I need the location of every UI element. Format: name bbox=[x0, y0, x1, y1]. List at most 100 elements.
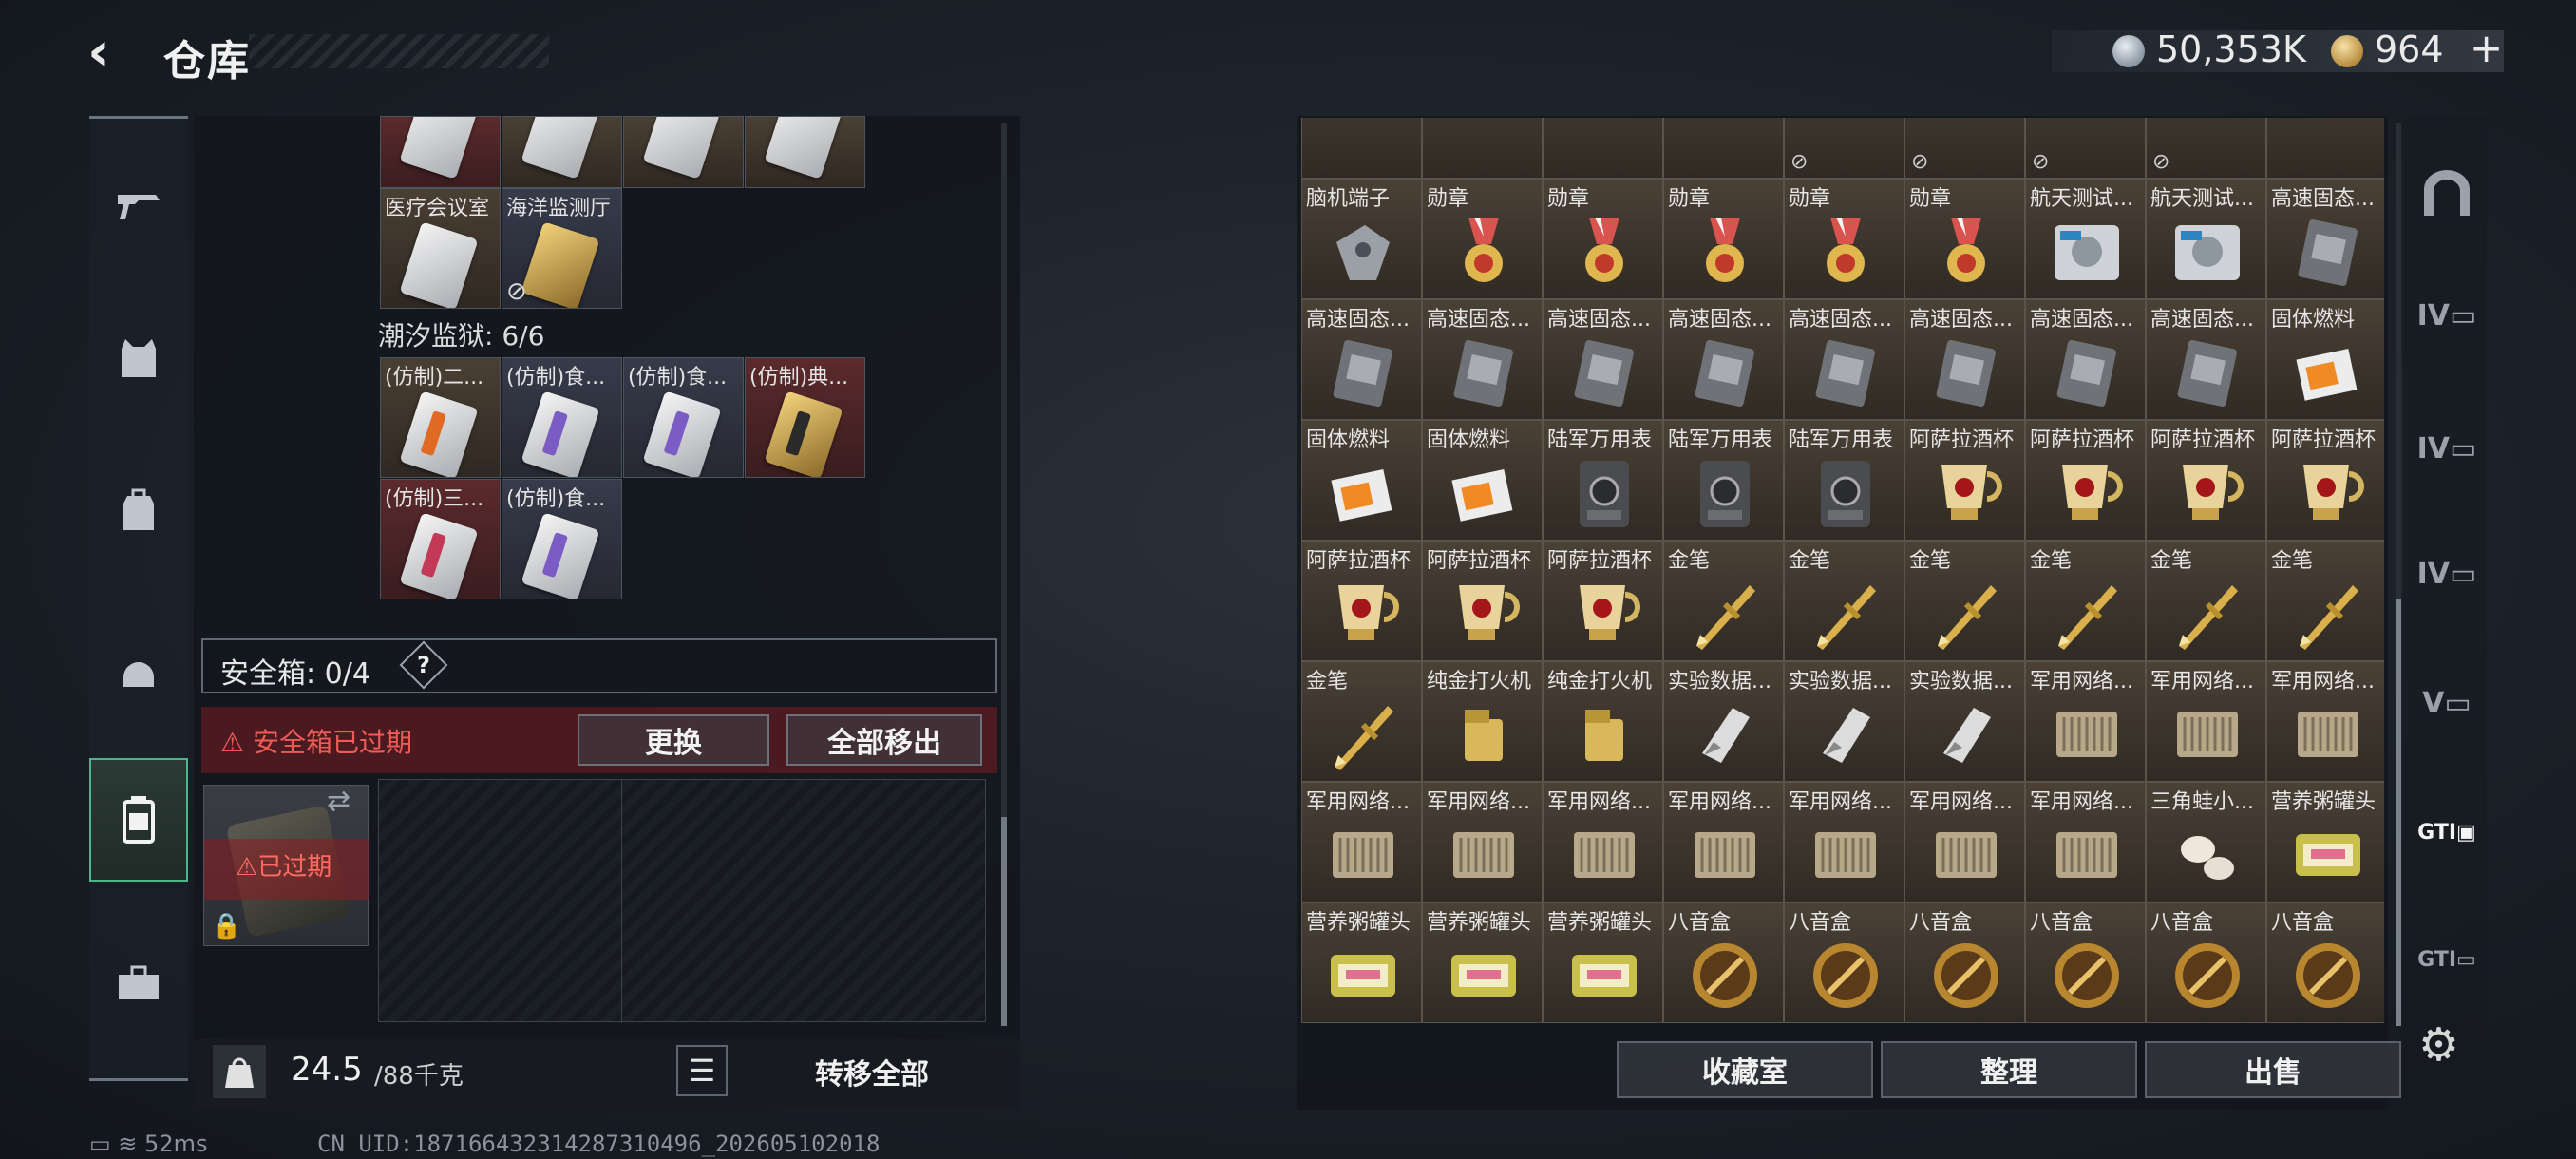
tab-room-icon[interactable] bbox=[2413, 160, 2481, 228]
swap-icon[interactable]: ⇄ bbox=[327, 785, 350, 818]
inventory-item[interactable]: 阿萨拉酒杯 bbox=[1543, 541, 1663, 661]
inventory-item[interactable]: 实验数据... bbox=[1784, 661, 1904, 782]
inventory-item[interactable]: 实验数据... bbox=[1663, 661, 1784, 782]
safebox-slot[interactable] bbox=[622, 780, 865, 1023]
inventory-item[interactable]: 固体燃料 bbox=[2266, 299, 2384, 420]
scrollbar-thumb[interactable] bbox=[2396, 598, 2401, 1026]
inventory-item[interactable]: 高速固态... bbox=[1784, 299, 1904, 420]
inventory-item[interactable]: 军用网络... bbox=[2025, 661, 2146, 782]
inventory-item[interactable]: ⊘ bbox=[2146, 118, 2266, 179]
inventory-item[interactable]: 陆军万用表 bbox=[1784, 420, 1904, 541]
tab-gti-2[interactable]: GTI ▭ bbox=[2413, 925, 2481, 994]
inventory-item[interactable]: 阿萨拉酒杯 bbox=[2146, 420, 2266, 541]
inventory-item[interactable]: 金笔 bbox=[1784, 541, 1904, 661]
item-card[interactable]: 医疗会议室 bbox=[380, 188, 501, 309]
nav-helmet-icon[interactable] bbox=[89, 610, 188, 733]
inventory-item[interactable]: 金笔 bbox=[1904, 541, 2025, 661]
inventory-item[interactable]: 阿萨拉酒杯 bbox=[2025, 420, 2146, 541]
inventory-item[interactable]: ⊘ bbox=[2025, 118, 2146, 179]
sort-button[interactable]: 整理 bbox=[1881, 1041, 2137, 1098]
inventory-item[interactable]: 勋章 bbox=[1663, 179, 1784, 299]
inventory-item[interactable]: 军用网络... bbox=[1543, 782, 1663, 902]
item-card[interactable] bbox=[502, 116, 622, 188]
inventory-item[interactable]: 固体燃料 bbox=[1422, 420, 1543, 541]
nav-backpack-icon[interactable] bbox=[89, 448, 188, 572]
inventory-item[interactable]: 营养粥罐头 bbox=[1543, 902, 1663, 1023]
inventory-item[interactable]: 八音盒 bbox=[1663, 902, 1784, 1023]
item-card[interactable]: (仿制)典... bbox=[745, 357, 865, 478]
inventory-item[interactable]: 军用网络... bbox=[1663, 782, 1784, 902]
inventory-item[interactable] bbox=[1543, 118, 1663, 179]
item-card[interactable]: (仿制)食... bbox=[502, 479, 622, 599]
nav-case-icon[interactable] bbox=[89, 922, 188, 1045]
nav-weapon-icon[interactable] bbox=[89, 144, 188, 268]
inventory-item[interactable]: 三角蛙小... bbox=[2146, 782, 2266, 902]
item-card[interactable]: (仿制)三... bbox=[380, 479, 501, 599]
inventory-item[interactable]: 纯金打火机 bbox=[1543, 661, 1663, 782]
inventory-item[interactable]: 八音盒 bbox=[2025, 902, 2146, 1023]
inventory-item[interactable]: 八音盒 bbox=[1904, 902, 2025, 1023]
add-currency-button[interactable]: + bbox=[2470, 25, 2503, 71]
inventory-item[interactable]: 军用网络... bbox=[1784, 782, 1904, 902]
inventory-item[interactable]: 勋章 bbox=[1904, 179, 2025, 299]
inventory-item[interactable]: 纯金打火机 bbox=[1422, 661, 1543, 782]
list-view-icon[interactable]: ☰ bbox=[676, 1045, 728, 1096]
inventory-item[interactable]: 航天测试... bbox=[2025, 179, 2146, 299]
inventory-item[interactable] bbox=[1301, 118, 1422, 179]
inventory-item[interactable]: 八音盒 bbox=[2266, 902, 2384, 1023]
inventory-item[interactable]: 营养粥罐头 bbox=[1422, 902, 1543, 1023]
inventory-item[interactable]: 军用网络... bbox=[1422, 782, 1543, 902]
inventory-item[interactable]: 高速固态... bbox=[2025, 299, 2146, 420]
inventory-item[interactable]: 固体燃料 bbox=[1301, 420, 1422, 541]
inventory-item[interactable]: 军用网络... bbox=[2146, 661, 2266, 782]
inventory-item[interactable]: 金笔 bbox=[1301, 661, 1422, 782]
inventory-item[interactable]: 勋章 bbox=[1543, 179, 1663, 299]
item-card[interactable] bbox=[623, 116, 744, 188]
inventory-item[interactable]: 金笔 bbox=[2025, 541, 2146, 661]
item-card[interactable]: (仿制)食... bbox=[623, 357, 744, 478]
tab-gti-1[interactable]: GTI ▣ bbox=[2413, 798, 2481, 866]
inventory-item[interactable]: 脑机端子 bbox=[1301, 179, 1422, 299]
inventory-item[interactable] bbox=[1422, 118, 1543, 179]
inventory-item[interactable]: 高速固态... bbox=[1543, 299, 1663, 420]
tab-folder-4[interactable]: V ▭ bbox=[2413, 669, 2481, 737]
inventory-item[interactable]: ⊘ bbox=[1784, 118, 1904, 179]
inventory-item[interactable]: 高速固态... bbox=[2266, 179, 2384, 299]
scrollbar-thumb[interactable] bbox=[1001, 817, 1007, 1026]
inventory-item[interactable]: 阿萨拉酒杯 bbox=[1301, 541, 1422, 661]
inventory-item[interactable]: 阿萨拉酒杯 bbox=[2266, 420, 2384, 541]
inventory-item[interactable]: 金笔 bbox=[2146, 541, 2266, 661]
inventory-item[interactable]: 高速固态... bbox=[2146, 299, 2266, 420]
inventory-item[interactable]: 八音盒 bbox=[1784, 902, 1904, 1023]
item-card[interactable] bbox=[380, 116, 501, 188]
inventory-item[interactable]: 阿萨拉酒杯 bbox=[1904, 420, 2025, 541]
transfer-all-button[interactable]: 转移全部 bbox=[747, 1045, 997, 1098]
inventory-item[interactable]: 营养粥罐头 bbox=[1301, 902, 1422, 1023]
tab-folder-2[interactable]: IV ▭ bbox=[2413, 414, 2481, 483]
inventory-item[interactable]: ⊘ bbox=[1904, 118, 2025, 179]
inventory-item[interactable]: 军用网络... bbox=[2025, 782, 2146, 902]
inventory-item[interactable]: 勋章 bbox=[1784, 179, 1904, 299]
inventory-item[interactable]: 金笔 bbox=[1663, 541, 1784, 661]
inventory-item[interactable]: 航天测试... bbox=[2146, 179, 2266, 299]
inventory-item[interactable]: 陆军万用表 bbox=[1543, 420, 1663, 541]
item-card[interactable]: (仿制)二... bbox=[380, 357, 501, 478]
inventory-item[interactable]: 高速固态... bbox=[1663, 299, 1784, 420]
tab-folder-3[interactable]: IV ▭ bbox=[2413, 540, 2481, 608]
inventory-item[interactable]: 金笔 bbox=[2266, 541, 2384, 661]
inventory-item[interactable]: 高速固态... bbox=[1422, 299, 1543, 420]
back-arrow-icon[interactable]: ‹ bbox=[87, 24, 137, 80]
inventory-item[interactable]: 八音盒 bbox=[2146, 902, 2266, 1023]
inventory-item[interactable]: 阿萨拉酒杯 bbox=[1422, 541, 1543, 661]
replace-button[interactable]: 更换 bbox=[578, 714, 769, 766]
inventory-scrollbar[interactable] bbox=[2396, 124, 2401, 1026]
inventory-item[interactable]: 营养粥罐头 bbox=[2266, 782, 2384, 902]
sell-button[interactable]: 出售 bbox=[2145, 1041, 2401, 1098]
item-card[interactable]: 海洋监测厅 ⊘ bbox=[502, 188, 622, 309]
item-card[interactable]: (仿制)食... bbox=[502, 357, 622, 478]
move-all-out-button[interactable]: 全部移出 bbox=[786, 714, 982, 766]
inventory-item[interactable]: 陆军万用表 bbox=[1663, 420, 1784, 541]
inventory-item[interactable] bbox=[1663, 118, 1784, 179]
nav-armor-icon[interactable] bbox=[89, 296, 188, 420]
safebox-slot[interactable] bbox=[379, 780, 622, 1023]
